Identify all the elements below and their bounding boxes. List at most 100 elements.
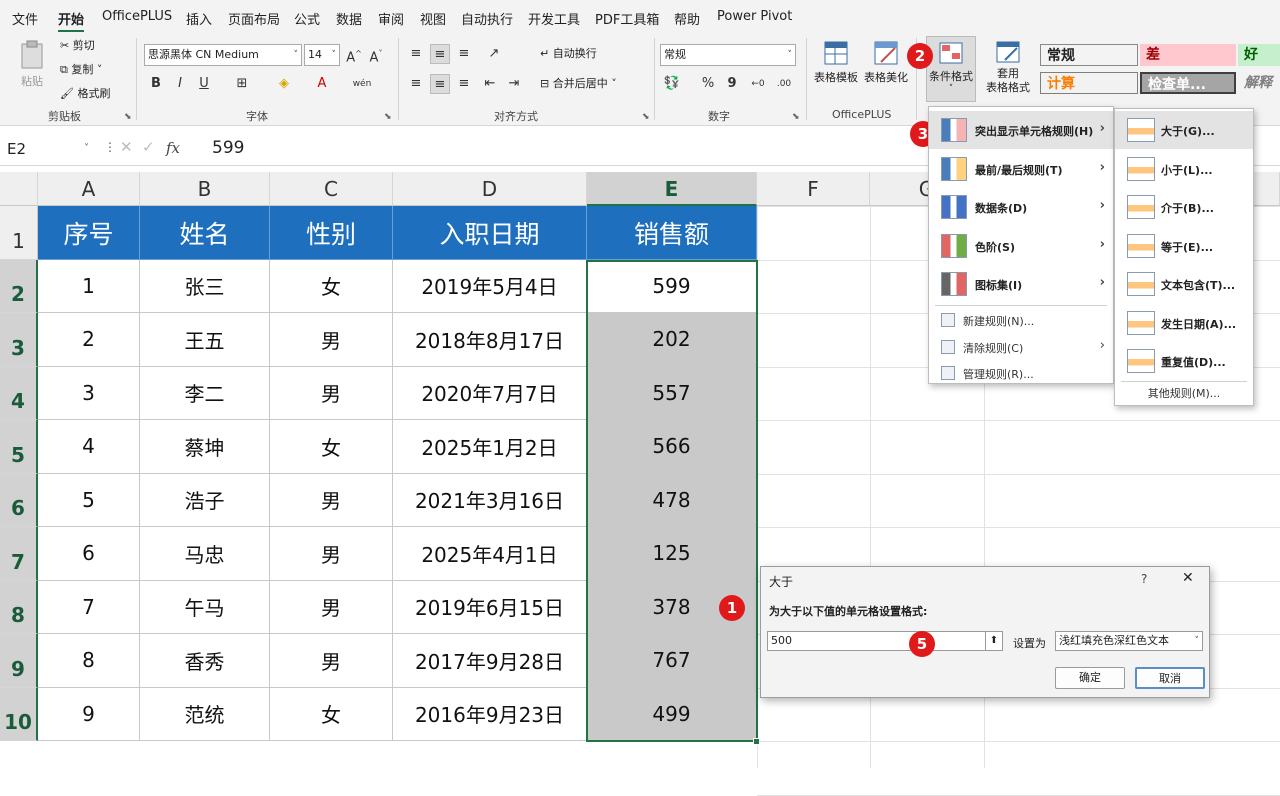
cf-menu-item-3[interactable]: 数据条(D) › [929, 188, 1113, 226]
font-name-select[interactable]: 思源黑体 CN Medium ˅ [144, 44, 302, 66]
data-cell[interactable]: 2017年9月28日 [393, 634, 587, 688]
format-as-table-button[interactable]: 套用 表格格式 [982, 40, 1034, 95]
data-cell[interactable]: 蔡坤 [140, 420, 270, 474]
cf-menu-item-1[interactable]: 突出显示单元格规则(H) › [929, 111, 1113, 149]
highlight-rule-4[interactable]: 等于(E)... [1115, 227, 1253, 265]
range-picker-button[interactable]: ⬆ [985, 631, 1003, 651]
data-cell[interactable]: 男 [270, 366, 393, 420]
currency-icon[interactable]: 💱 [662, 74, 682, 94]
format-select[interactable]: 浅红填充色深红色文本 ˅ [1055, 631, 1203, 651]
tab-formulas[interactable]: 公式 [294, 9, 320, 28]
tab-officeplus[interactable]: OfficePLUS [102, 9, 172, 24]
fill-handle[interactable] [753, 738, 760, 745]
number-launcher-icon[interactable]: ⬊ [792, 112, 800, 122]
tab-developer[interactable]: 开发工具 [528, 9, 580, 28]
data-cell[interactable]: 2019年5月4日 [393, 259, 587, 313]
style-calculation[interactable]: 计算 [1040, 72, 1138, 94]
tab-view[interactable]: 视图 [420, 9, 446, 28]
row-header-7[interactable]: 7 [0, 527, 38, 581]
align-center-icon[interactable]: ≡ [430, 74, 450, 94]
increase-decimal-icon[interactable]: ←0 [748, 74, 768, 94]
data-cell[interactable]: 2016年9月23日 [393, 687, 587, 741]
data-cell[interactable]: 2021年3月16日 [393, 473, 587, 527]
decrease-indent-icon[interactable]: ⇤ [480, 74, 500, 94]
data-cell[interactable]: 男 [270, 527, 393, 581]
comma-button[interactable]: 9 [722, 74, 742, 94]
paste-button[interactable]: 粘贴 [14, 40, 50, 100]
column-header-b[interactable]: B [140, 172, 270, 206]
data-cell[interactable]: 女 [270, 420, 393, 474]
tab-review[interactable]: 审阅 [378, 9, 404, 28]
header-cell[interactable]: 性别 [270, 206, 393, 260]
data-cell[interactable]: 女 [270, 259, 393, 313]
column-header-f[interactable]: F [757, 172, 870, 206]
ok-button[interactable]: 确定 [1055, 667, 1125, 689]
name-box[interactable]: E2 ˅ [4, 136, 100, 162]
align-middle-icon[interactable]: ≡ [430, 44, 450, 64]
data-cell[interactable]: 男 [270, 580, 393, 634]
data-cell[interactable]: 1 [38, 259, 140, 313]
cancel-icon[interactable]: ✕ [120, 138, 133, 156]
style-normal[interactable]: 常规 [1040, 44, 1138, 66]
column-header-c[interactable]: C [270, 172, 393, 206]
formula-input[interactable]: 599 [212, 138, 244, 158]
tab-insert[interactable]: 插入 [186, 9, 212, 28]
data-cell[interactable]: 566 [587, 420, 757, 474]
enter-icon[interactable]: ✓ [142, 138, 155, 156]
shrink-font-button[interactable]: A˅ [366, 44, 386, 65]
data-cell[interactable]: 125 [587, 527, 757, 581]
row-header-10[interactable]: 10 [0, 687, 38, 741]
highlight-rule-3[interactable]: 介于(B)... [1115, 188, 1253, 226]
data-cell[interactable]: 7 [38, 580, 140, 634]
bold-button[interactable]: B [146, 74, 166, 94]
cf-menu-item-2[interactable]: 最前/最后规则(T) › [929, 150, 1113, 188]
row-header-8[interactable]: 8 [0, 580, 38, 634]
style-bad[interactable]: 差 [1140, 44, 1236, 66]
alignment-launcher-icon[interactable]: ⬊ [642, 112, 650, 122]
wrap-text-button[interactable]: ↵ 自动换行 [540, 46, 597, 62]
orientation-icon[interactable]: ↗ [484, 44, 504, 64]
column-header-a[interactable]: A [38, 172, 140, 206]
more-options-icon[interactable]: ⋮ [104, 140, 116, 154]
tab-automate[interactable]: 自动执行 [461, 9, 513, 28]
highlight-rule-2[interactable]: 小于(L)... [1115, 150, 1253, 188]
data-cell[interactable]: 3 [38, 366, 140, 420]
data-cell[interactable]: 6 [38, 527, 140, 581]
highlight-rule-6[interactable]: 发生日期(A)... [1115, 304, 1253, 342]
font-size-select[interactable]: 14 ˅ [304, 44, 340, 66]
more-rules-item[interactable]: 其他规则(M)... [1115, 385, 1253, 401]
row-header-3[interactable]: 3 [0, 313, 38, 367]
row-header-5[interactable]: 5 [0, 420, 38, 474]
cf-menu-small-item-1[interactable]: 新建规则(N)... [929, 307, 1113, 333]
cf-menu-small-item-3[interactable]: 管理规则(R)... [929, 360, 1113, 386]
data-cell[interactable]: 男 [270, 634, 393, 688]
data-cell[interactable]: 香秀 [140, 634, 270, 688]
data-cell[interactable]: 张三 [140, 259, 270, 313]
data-cell[interactable]: 男 [270, 313, 393, 367]
data-cell[interactable]: 李二 [140, 366, 270, 420]
data-cell[interactable]: 8 [38, 634, 140, 688]
conditional-format-button[interactable]: 条件格式 ˅ [926, 36, 976, 102]
data-cell[interactable]: 王五 [140, 313, 270, 367]
data-cell[interactable]: 马忠 [140, 527, 270, 581]
data-cell[interactable]: 午马 [140, 580, 270, 634]
insert-function-icon[interactable]: fx [166, 139, 180, 157]
value-input[interactable]: 500 [767, 631, 991, 651]
fill-color-icon[interactable]: ◈ [274, 74, 294, 94]
header-cell[interactable]: 入职日期 [393, 206, 587, 260]
header-cell[interactable]: 销售额 [587, 206, 757, 260]
phonetic-icon[interactable]: wén [352, 74, 372, 94]
clipboard-launcher-icon[interactable]: ⬊ [124, 112, 132, 122]
align-right-icon[interactable]: ≡ [454, 74, 474, 94]
table-template-button[interactable]: 表格模板 [812, 40, 860, 85]
data-cell[interactable]: 男 [270, 473, 393, 527]
cancel-button[interactable]: 取消 [1135, 667, 1205, 689]
row-header-4[interactable]: 4 [0, 366, 38, 420]
table-beautify-button[interactable]: 表格美化 [862, 40, 910, 85]
style-explanatory[interactable]: 解释 [1238, 72, 1280, 94]
decrease-decimal-icon[interactable]: .00 [774, 74, 794, 94]
style-check-cell[interactable]: 检查单... [1140, 72, 1236, 94]
data-cell[interactable]: 478 [587, 473, 757, 527]
tab-file[interactable]: 文件 [12, 9, 38, 28]
header-cell[interactable]: 姓名 [140, 206, 270, 260]
